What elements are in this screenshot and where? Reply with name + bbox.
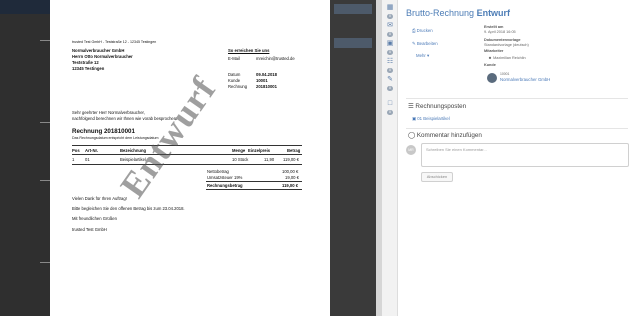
user-avatar: MR [406,145,416,155]
vat-label: Umsatzsteuer 19% [207,175,243,180]
template-value: Standardvorlage (deutsch) [484,43,529,47]
customer-id: 10001 [500,72,510,76]
background-list-strip [330,0,376,316]
count-badge: 0 [387,110,393,115]
regards-text: Mit freundlichen Grüßen [72,216,117,221]
recipient-line: Normalverbraucher GmbH [72,48,125,53]
comment-placeholder: Schreiben Sie einen Kommentar... [426,147,487,152]
vat-value: 19,00 € [285,175,299,180]
invoice-label: Rechnung [228,84,248,89]
count-badge: 0 [387,50,393,55]
position-link[interactable]: ▣ 01 Beispielartikel [412,116,450,122]
created-value: 9. April 2018 16:05 [484,30,516,34]
positions-title: Rechnungsposten [415,103,467,110]
count-badge: 0 [387,32,393,37]
table-header-pos: Pos [72,148,80,153]
title-status: Entwurf [476,8,511,18]
pencil-icon: ✎ [412,41,416,46]
recipient-line: Herrn Otto Normalverbraucher [72,54,133,59]
printer-icon: ⎙ [412,28,416,33]
table-header-amount: Betrag [287,148,301,153]
user-icon: ☻ [488,56,492,60]
customer-value: 10001 [256,78,268,83]
chevron-down-icon: ▾ [427,53,430,58]
net-value: 100,00 € [282,169,299,174]
count-badge: 0 [387,14,393,19]
date-value: 09.04.2018 [256,72,277,77]
speech-bubble-icon: ◯ [408,132,416,139]
calendar-icon[interactable]: ☷ [386,58,394,66]
comment-section: ◯ Kommentar hinzufügen [408,132,482,139]
total-label: Rechnungsbetrag [207,183,243,188]
comment-input[interactable]: Schreiben Sie einen Kommentar... [421,143,629,167]
mail-icon[interactable]: ✉ [386,22,394,30]
customer-label: Kunde [228,78,241,83]
recipient-line: Teststraße 12 [72,60,99,65]
table-cell: 11,90 [264,157,275,162]
invoice-document-preview: trusted Test GmbH - Teststraße 12 - 1234… [50,0,330,316]
table-header-quantity: Menge [232,148,246,153]
sender-line: trusted Test GmbH - Teststraße 12 - 1234… [72,40,157,44]
ruler-tick [40,122,50,123]
ruler-tick [40,180,50,181]
edit-label: Bearbeiten [416,41,438,46]
created-label: Erstellt am [484,25,504,29]
positions-section: ☰ Rechnungsposten [408,103,466,110]
more-dropdown[interactable]: Mehr ▾ [416,53,429,59]
email-label: E-Mail [228,56,240,61]
salutation: Sehr geehrter Herr Normalverbraucher, [72,110,145,115]
email-value: mreichin@trusted.de [256,56,295,61]
table-rule [72,154,302,155]
net-label: Nettobetrag [207,169,229,174]
customer-label: Kunde [484,63,496,67]
print-label: Drucken [416,28,433,33]
customer-avatar [487,73,497,83]
table-header-unitprice: Einzelpreis [248,148,271,153]
invoice-value: 201810001 [256,84,277,89]
table-rule [72,164,302,165]
submit-comment-button[interactable]: Abschicken [421,172,453,182]
box-icon: ▣ [412,116,417,121]
comment-icon[interactable]: □ [386,100,394,108]
page-title: Brutto-Rechnung Entwurf [406,8,510,18]
table-cell: 119,00 € [283,157,299,162]
title-prefix: Brutto-Rechnung [406,8,475,18]
total-value: 119,00 € [282,183,299,188]
comment-title: Kommentar hinzufügen [416,132,482,139]
ruler-tick [40,40,50,41]
side-icon-bar: ▦ 0 ✉ 0 ▣ 0 ☷ 0 ✎ 0 □ 0 [382,0,398,316]
table-cell: 1 [72,157,75,162]
total-rule [206,181,302,182]
staff-label: Mitarbeiter [484,49,504,53]
divider [406,128,628,129]
count-badge: 0 [387,68,393,73]
attachment-icon[interactable]: ✎ [386,76,394,84]
table-cell: 01 [85,157,90,162]
folder-icon[interactable]: ▣ [386,40,394,48]
ruler-tick [40,262,50,263]
count-badge: 0 [387,86,393,91]
thanks-text: Vielen Dank für Ihren Auftrag! [72,196,127,201]
company-text: trusted Test GmbH [72,227,107,232]
more-label: Mehr [416,53,426,58]
staff-name: Maximilian Reichlin [493,56,526,60]
position-label: 01 Beispielartikel [417,116,450,121]
table-header-artnr: Art-Nr. [85,148,99,153]
divider [406,98,628,99]
recipient-line: 12345 Testingen [72,66,105,71]
staff-value: ☻ Maximilian Reichlin [488,56,526,60]
document-icon[interactable]: ▦ [386,4,394,12]
list-icon: ☰ [408,103,414,110]
detail-panel: Brutto-Rechnung Entwurf ⎙ Drucken ✎ Bear… [398,0,630,316]
customer-link[interactable]: Normalverbraucher GmbH [500,77,550,82]
invoice-heading: Rechnung 201810001 [72,128,135,135]
print-button[interactable]: ⎙ Drucken [412,28,433,33]
contact-heading: So erreichen Sie uns [228,48,270,53]
payment-text: Bitte begleichen Sie den offenen Betrag … [72,206,185,211]
date-label: Datum [228,72,241,77]
table-cell: 10 Stück [232,157,249,162]
total-rule [206,189,302,190]
edit-button[interactable]: ✎ Bearbeiten [412,41,438,47]
template-label: Dokumentenvorlage [484,38,521,42]
